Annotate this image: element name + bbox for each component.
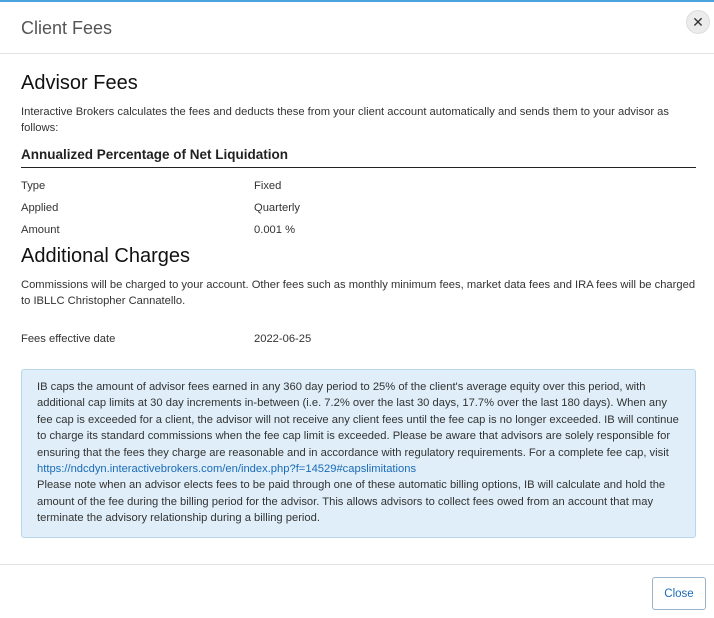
fee-method-subheading: Annualized Percentage of Net Liquidation <box>21 147 696 168</box>
billing-notice-text: Please note when an advisor elects fees … <box>37 479 666 525</box>
fee-row-value: Quarterly <box>254 202 301 214</box>
advisor-fees-intro: Interactive Brokers calculates the fees … <box>21 106 669 134</box>
additional-charges-text: Commissions will be charged to your acco… <box>21 279 696 307</box>
client-fees-modal: Client Fees ✕ Advisor Fees Interactive B… <box>0 0 714 618</box>
fee-cap-notice-text: IB caps the amount of advisor fees earne… <box>37 381 679 459</box>
fee-row-label: Type <box>21 180 46 192</box>
fee-row-label: Applied <box>21 202 59 214</box>
fee-row-value: 0.001 % <box>254 224 296 236</box>
close-icon[interactable]: ✕ <box>686 10 710 34</box>
fee-cap-link[interactable]: https://ndcdyn.interactivebrokers.com/en… <box>37 463 416 475</box>
modal-footer <box>0 564 714 565</box>
fee-row-label: Amount <box>21 224 60 236</box>
fee-cap-notice: IB caps the amount of advisor fees earne… <box>21 369 696 538</box>
close-button[interactable]: Close <box>652 577 706 610</box>
fee-row-value: Fixed <box>254 180 282 192</box>
fees-effective-date-label: Fees effective date <box>21 333 116 345</box>
fees-effective-date-value: 2022-06-25 <box>254 333 312 345</box>
modal-header: Client Fees ✕ <box>0 2 714 54</box>
additional-charges-heading: Additional Charges <box>21 245 190 267</box>
advisor-fees-heading: Advisor Fees <box>21 72 138 94</box>
modal-title: Client Fees <box>21 18 113 38</box>
